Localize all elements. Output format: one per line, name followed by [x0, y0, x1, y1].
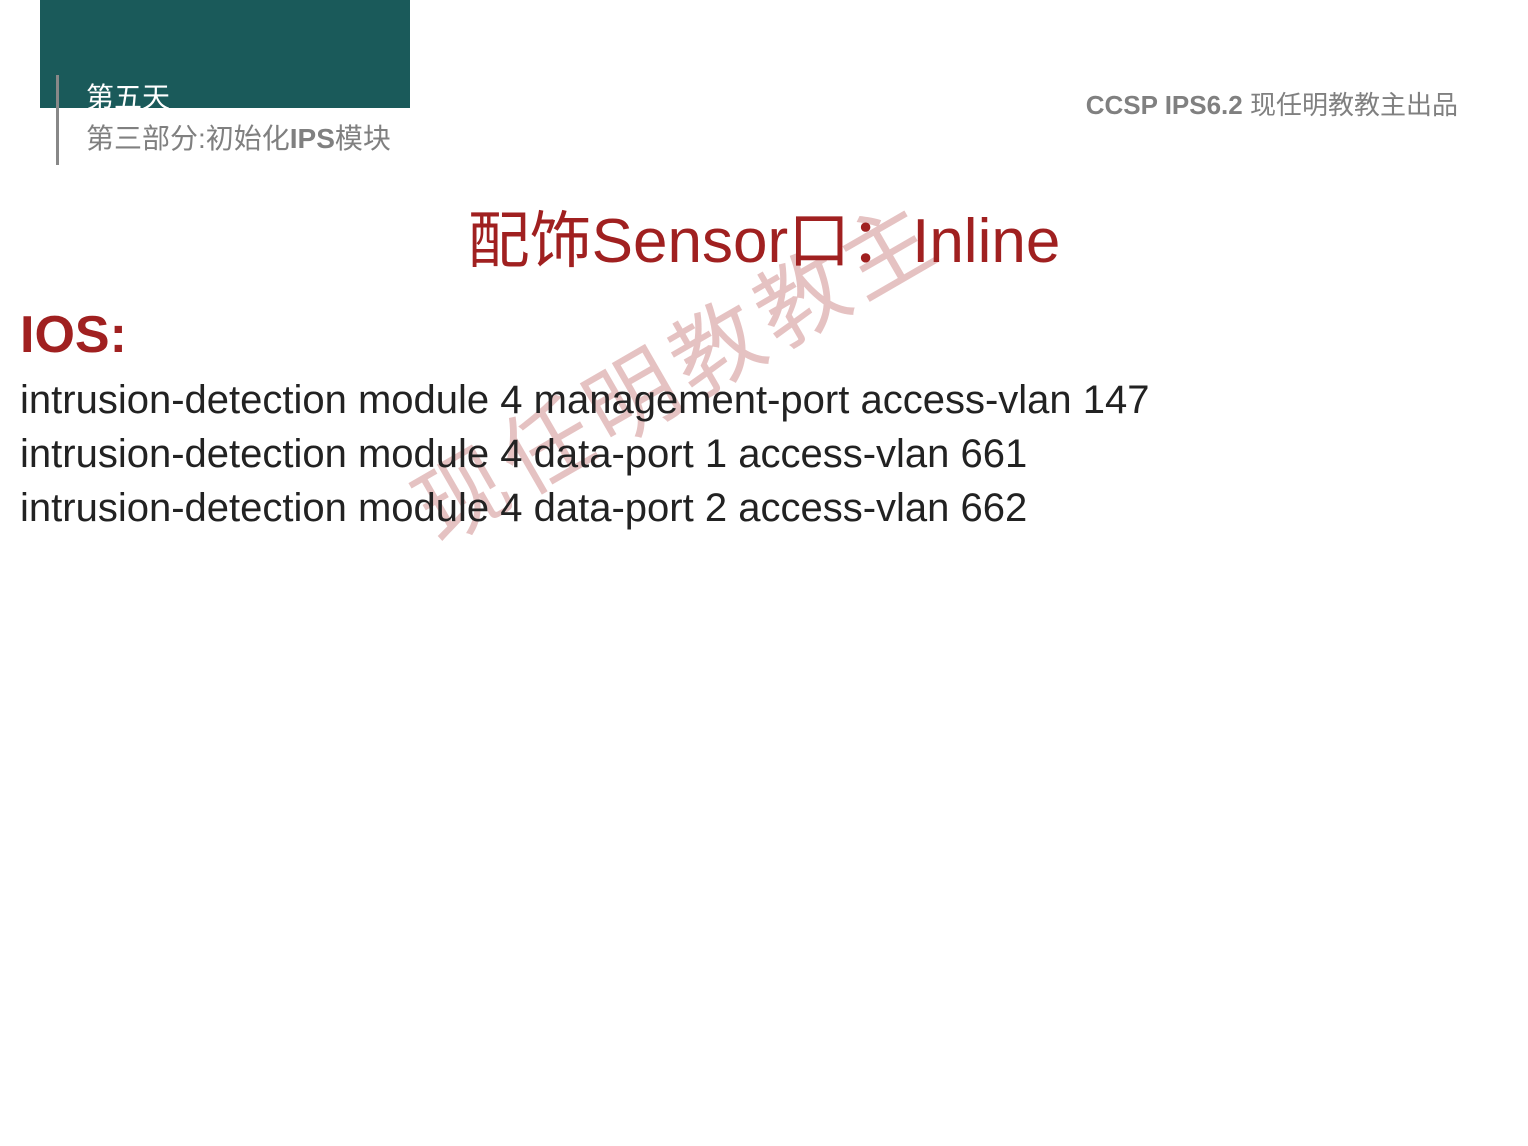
code-line: intrusion-detection module 4 data-port 2… — [20, 481, 1150, 535]
ios-heading: IOS: — [20, 305, 127, 365]
header-divider — [56, 75, 59, 165]
code-line: intrusion-detection module 4 management-… — [20, 373, 1150, 427]
section-ips: IPS — [290, 123, 335, 154]
section-suffix: 模块 — [335, 123, 391, 154]
code-block: intrusion-detection module 4 management-… — [20, 373, 1150, 535]
course-code-text: CCSP IPS6.2 — [1086, 90, 1243, 120]
day-label: 第五天 — [86, 76, 170, 116]
code-line: intrusion-detection module 4 data-port 1… — [20, 427, 1150, 481]
section-prefix: 第三部分:初始化 — [86, 123, 290, 154]
course-code: CCSP IPS6.2 现任明教教主出品 — [1086, 85, 1458, 122]
course-author: 现任明教教主出品 — [1250, 90, 1458, 120]
slide-title: 配饰Sensor口：Inline — [0, 190, 1528, 280]
section-label: 第三部分:初始化IPS模块 — [86, 117, 391, 157]
